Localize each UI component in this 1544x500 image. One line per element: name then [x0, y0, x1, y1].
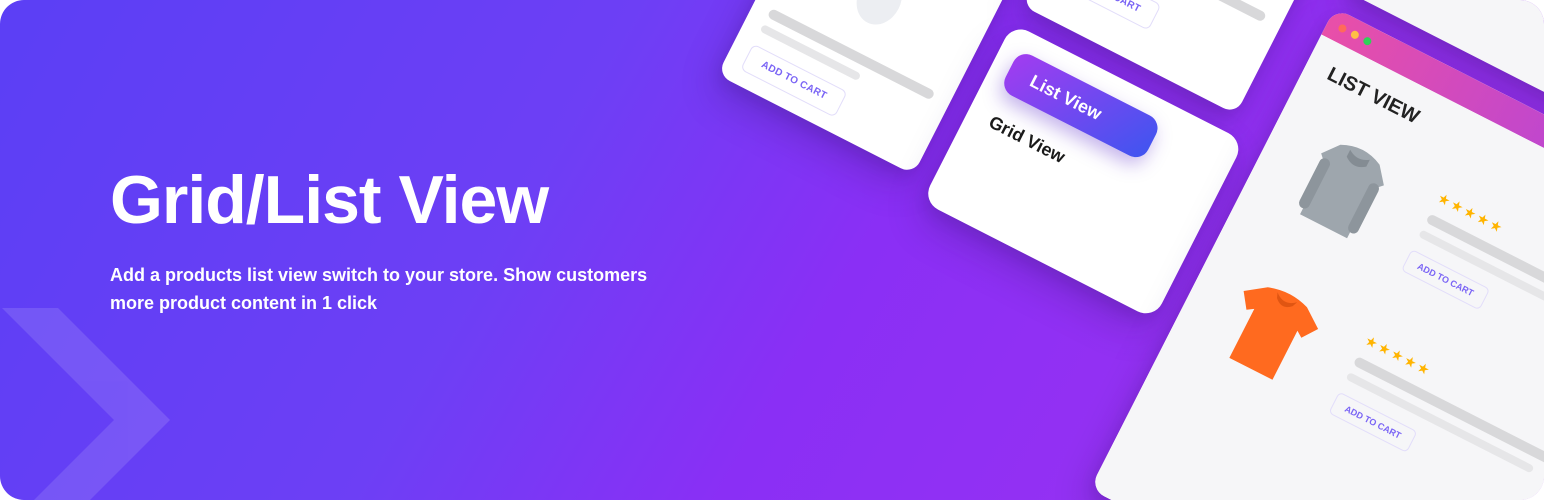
hero-banner: Grid/List View Add a products list view … [0, 0, 1544, 500]
flower-vase-icon [777, 0, 1009, 81]
add-to-cart-button[interactable]: ADD TO CART [1054, 0, 1162, 31]
add-to-cart-button[interactable]: ADD TO CART [740, 44, 848, 118]
mockup-stage: ★★★★★ ADD TO CART ADD TO CART ADD [504, 0, 1544, 500]
sweater-icon [1255, 102, 1430, 277]
tshirt-icon [1182, 244, 1357, 419]
window-max-icon [1362, 36, 1373, 47]
hero-title: Grid/List View [110, 165, 670, 236]
window-close-icon [1337, 23, 1348, 34]
window-min-icon [1349, 29, 1360, 40]
